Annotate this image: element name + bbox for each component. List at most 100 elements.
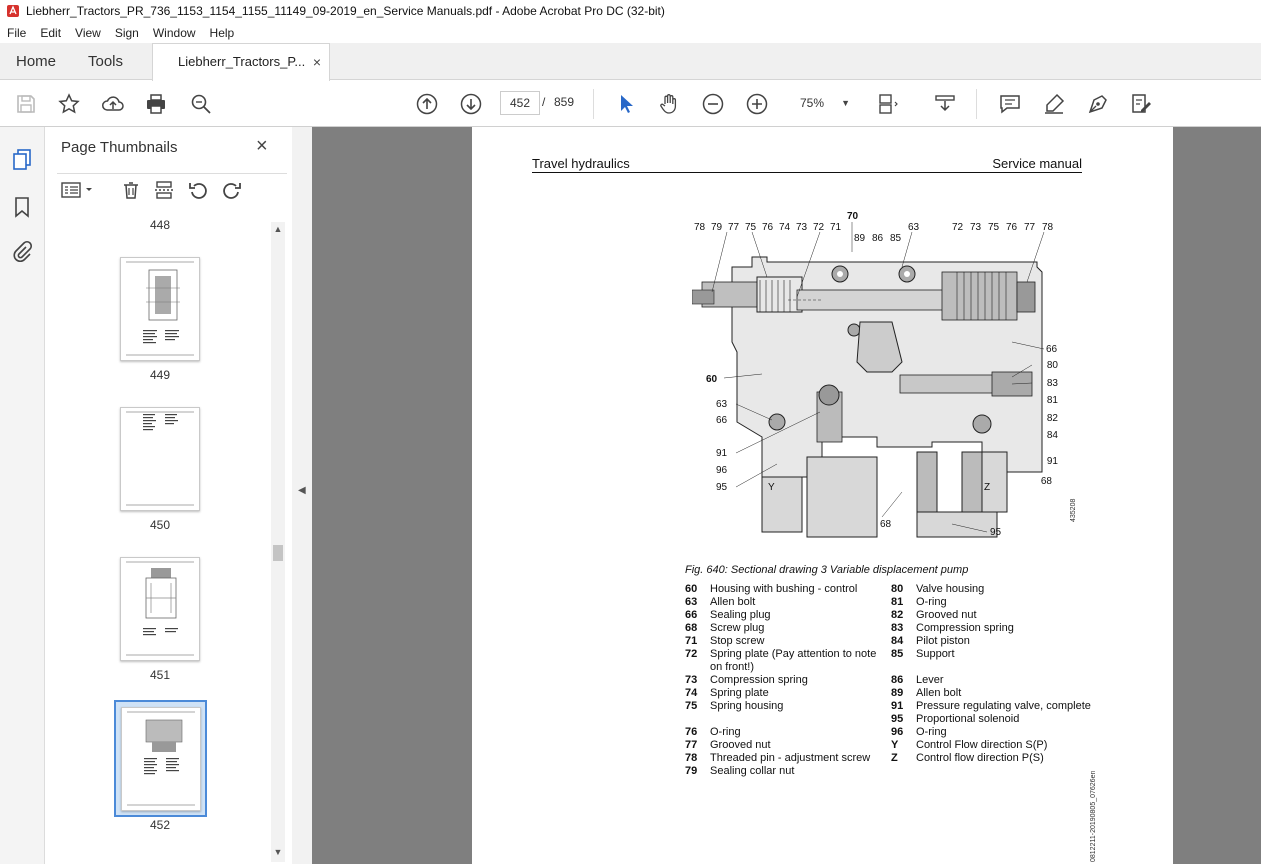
thumbnails-scrollbar[interactable]: ▲ ▼	[271, 222, 285, 862]
callout-label: 60	[706, 374, 718, 385]
menu-window[interactable]: Window	[146, 26, 203, 40]
fill-sign-icon[interactable]	[1129, 92, 1153, 116]
zoom-in-icon[interactable]	[745, 92, 769, 116]
print-icon[interactable]	[144, 92, 168, 116]
callout-label: 73	[970, 222, 982, 233]
menu-file[interactable]: File	[0, 26, 33, 40]
legend-row: 66 Sealing plug	[685, 609, 771, 621]
bookmark-icon[interactable]	[10, 195, 34, 219]
scroll-mode-icon[interactable]	[933, 92, 957, 116]
star-icon[interactable]	[57, 92, 81, 116]
callout-label: 66	[716, 415, 728, 426]
legend-row: 75 Spring housing	[685, 700, 784, 712]
hand-tool-icon[interactable]	[657, 92, 681, 116]
legend-row: 95 Proportional solenoid	[891, 713, 1020, 725]
tab-close-icon[interactable]: ×	[313, 44, 321, 80]
callout-label: 76	[1006, 222, 1018, 233]
page-header-right: Service manual	[992, 156, 1082, 171]
thumbnail-label: 448	[149, 218, 171, 232]
scroll-up-icon[interactable]: ▲	[271, 224, 285, 234]
cloud-upload-icon[interactable]	[101, 92, 125, 116]
callout-label: 73	[796, 222, 808, 233]
options-menu-icon[interactable]	[61, 180, 95, 205]
highlight-pen-icon[interactable]	[1042, 92, 1066, 116]
attachment-icon[interactable]	[10, 240, 34, 264]
toolbar-divider	[976, 89, 977, 119]
legend-row: Z Control flow direction P(S)	[891, 752, 1044, 764]
callout-label: 80	[1047, 360, 1059, 371]
save-icon[interactable]	[14, 92, 38, 116]
window-title: Liebherr_Tractors_PR_736_1153_1154_1155_…	[26, 4, 665, 18]
legend-row: 74 Spring plate	[685, 687, 769, 699]
chevron-left-icon[interactable]: ◀	[298, 485, 306, 496]
legend-row: 86 Lever	[891, 674, 944, 686]
scrollbar-thumb[interactable]	[273, 545, 283, 561]
callout-label: 70	[847, 212, 859, 222]
select-cursor-icon[interactable]	[614, 92, 638, 116]
toolbar: 452 / 859 75% ▼	[0, 81, 1261, 127]
scroll-down-icon[interactable]: ▼	[271, 847, 285, 857]
callout-label: 86	[872, 233, 884, 244]
panel-close-icon[interactable]: ×	[256, 135, 268, 158]
thumbnail-label: 452	[149, 818, 171, 832]
legend-row: 82 Grooved nut	[891, 609, 977, 621]
legend-row: 84 Pilot piston	[891, 635, 970, 647]
thumbnail-label: 451	[149, 668, 171, 682]
rotate-left-icon[interactable]	[188, 180, 208, 205]
legend-row: 78 Threaded pin - adjustment screw	[685, 752, 871, 764]
legend-row: 85 Support	[891, 648, 955, 660]
callout-label: 72	[813, 222, 825, 233]
legend-row: 68 Screw plug	[685, 622, 765, 634]
zoom-select[interactable]: 75% ▼	[792, 91, 856, 115]
callout-label: 77	[1024, 222, 1036, 233]
menu-sign[interactable]: Sign	[108, 26, 146, 40]
sign-pen-icon[interactable]	[1086, 92, 1110, 116]
legend-row: 80 Valve housing	[891, 583, 985, 595]
menu-view[interactable]: View	[68, 26, 108, 40]
insert-page-icon[interactable]	[154, 180, 174, 205]
comment-icon[interactable]	[998, 92, 1022, 116]
callout-label: 96	[716, 465, 728, 476]
tab-document[interactable]: Liebherr_Tractors_P... ×	[152, 43, 330, 81]
legend-row: 91 Pressure regulating valve, complete	[891, 700, 1091, 712]
header-rule	[532, 172, 1082, 173]
legend-row: 73 Compression spring	[685, 674, 808, 686]
menu-help[interactable]: Help	[203, 26, 242, 40]
previous-page-icon[interactable]	[415, 92, 439, 116]
sectional-drawing: 78 79 77 75 76 74 73 72 71 70 89 86 85 6…	[692, 212, 1059, 538]
tab-tools[interactable]: Tools	[88, 43, 123, 80]
zoom-search-icon[interactable]	[189, 92, 213, 116]
legend-row: 89 Allen bolt	[891, 687, 962, 699]
thumbnail-selected[interactable]	[114, 700, 207, 817]
page-thumbnails-icon[interactable]	[10, 147, 34, 171]
callout-label: 81	[1047, 395, 1059, 406]
thumbnail-page[interactable]	[120, 257, 200, 361]
thumbnail-page[interactable]	[120, 557, 200, 661]
legend-row: 79 Sealing collar nut	[685, 765, 795, 777]
port-label: Z	[984, 482, 990, 493]
zoom-out-icon[interactable]	[701, 92, 725, 116]
callout-label: 68	[880, 519, 892, 530]
callout-label: 91	[716, 448, 728, 459]
menu-edit[interactable]: Edit	[33, 26, 68, 40]
rotate-right-icon[interactable]	[222, 180, 242, 205]
menu-bar: File Edit View Sign Window Help	[0, 22, 1261, 43]
next-page-icon[interactable]	[459, 92, 483, 116]
page-fit-icon[interactable]	[876, 92, 900, 116]
callout-label: 66	[1046, 344, 1058, 355]
callout-label: 89	[854, 233, 866, 244]
thumbnail-page[interactable]	[120, 407, 200, 511]
legend-row: 72 Spring plate (Pay attention to note on…	[685, 648, 877, 673]
callout-label: 79	[711, 222, 723, 233]
delete-icon[interactable]	[121, 180, 141, 205]
callout-label: 84	[1047, 430, 1059, 441]
callout-label: 75	[745, 222, 757, 233]
tab-home[interactable]: Home	[16, 43, 56, 80]
thumbnail-label: 449	[149, 368, 171, 382]
collapse-panel-handle[interactable]: ◀	[292, 127, 312, 864]
legend-row: 71 Stop screw	[685, 635, 765, 647]
callout-label: 77	[728, 222, 740, 233]
tab-document-label: Liebherr_Tractors_P...	[178, 54, 306, 69]
page-number-input[interactable]: 452	[500, 91, 540, 115]
thumbnail-page	[121, 707, 201, 811]
